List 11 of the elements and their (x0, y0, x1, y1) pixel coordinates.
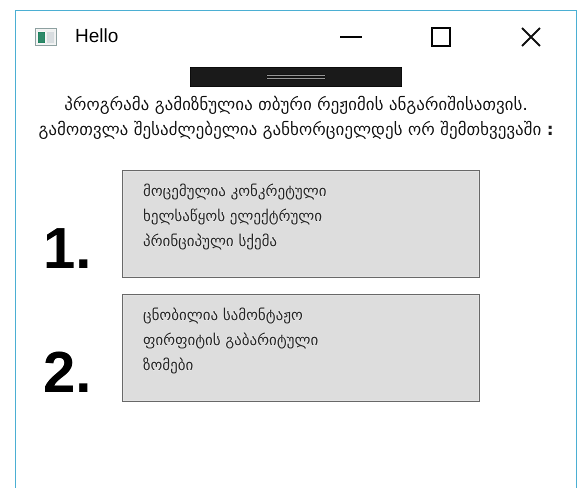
app-icon (35, 28, 57, 46)
minimize-icon (340, 36, 362, 38)
grip-handle[interactable] (190, 67, 402, 87)
window-title: Hello (75, 24, 118, 49)
option-button[interactable]: მოცემულია კონკრეტული ხელსაწყოს ელექტრული პრინციპული სქემა (122, 170, 480, 278)
option-number: 2. (42, 344, 92, 402)
maximize-icon (431, 27, 451, 47)
option-button[interactable]: ცნობილია სამონტაჟო ფირფიტის გაბარიტული ზომები (122, 294, 480, 402)
intro-text: პროგრამა გამიზნულია თბური რეჟიმის ანგარიშისათვის. გამოთვლა შესაძლებელია განხორციელდეს ორ შემთხვევაში : (38, 94, 554, 142)
close-icon (521, 27, 541, 47)
option-number: 1. (42, 220, 92, 278)
